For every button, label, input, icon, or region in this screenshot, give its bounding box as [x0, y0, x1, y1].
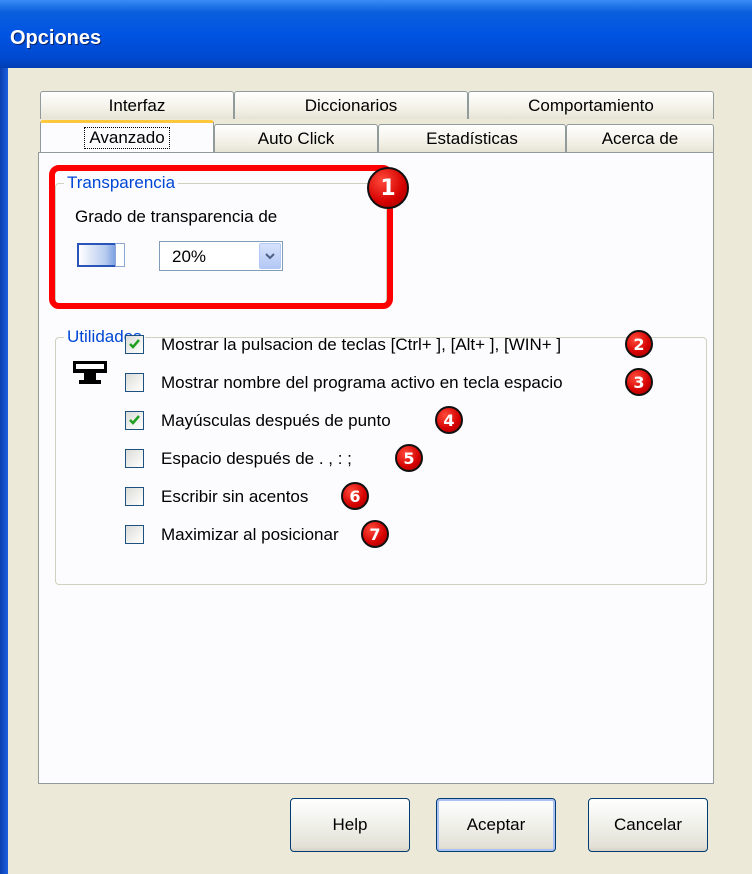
option-label-write-without-accents: Escribir sin acentos	[161, 487, 309, 506]
chevron-down-icon[interactable]	[259, 243, 281, 269]
window-frame-left	[0, 68, 8, 874]
annotation-badge-3: 3	[625, 368, 653, 396]
slider-icon	[77, 243, 125, 267]
tab-comportamiento[interactable]: Comportamiento	[468, 91, 714, 119]
checkbox-maximize-on-position[interactable]	[125, 525, 144, 544]
checkbox-capitalize-after-period[interactable]	[125, 411, 144, 430]
checkbox-space-after-punctuation[interactable]	[125, 449, 144, 468]
tab-label: Diccionarios	[304, 95, 398, 115]
tab-panel-avanzado: Transparencia Grado de transparencia de …	[38, 152, 714, 784]
annotation-badge-7: 7	[361, 520, 389, 548]
accept-button[interactable]: Aceptar	[436, 798, 556, 852]
tab-label: Estadísticas	[426, 128, 518, 148]
window-title: Opciones	[10, 27, 102, 49]
help-button[interactable]: Help	[290, 798, 410, 852]
cancel-button[interactable]: Cancelar	[588, 798, 708, 852]
tab-auto-click[interactable]: Auto Click	[214, 124, 378, 152]
checkbox-show-program-name[interactable]	[125, 373, 144, 392]
monitor-icon	[73, 361, 107, 384]
help-button-label: Help	[332, 815, 368, 834]
annotation-badge-6: 6	[341, 482, 369, 510]
cancel-button-label: Cancelar	[613, 815, 683, 834]
tab-label: Comportamiento	[528, 95, 654, 115]
transparency-value: 20%	[172, 247, 207, 266]
tab-avanzado[interactable]: Avanzado	[40, 120, 214, 152]
tab-estadisticas[interactable]: Estadísticas	[378, 124, 566, 152]
transparency-group: Transparencia	[55, 173, 387, 305]
tab-label: Interfaz	[108, 95, 166, 115]
transparency-legend: Transparencia	[67, 173, 176, 192]
option-label-show-program-name: Mostrar nombre del programa activo en te…	[161, 373, 563, 392]
transparency-label: Grado de transparencia de	[75, 207, 278, 226]
annotation-badge-5: 5	[395, 444, 423, 472]
option-label-capitalize-after-period: Mayúsculas después de punto	[161, 411, 391, 430]
annotation-badge-4: 4	[435, 406, 463, 434]
title-bar[interactable]: Opciones	[0, 0, 752, 68]
tab-acerca-de[interactable]: Acerca de	[566, 124, 714, 152]
tab-label: Auto Click	[257, 128, 335, 148]
checkmark-icon	[129, 415, 140, 425]
checkbox-write-without-accents[interactable]	[125, 487, 144, 506]
option-label-show-keypress: Mostrar la pulsacion de teclas [Ctrl+ ],…	[161, 335, 562, 354]
transparency-select[interactable]: 20%	[159, 241, 283, 271]
annotation-badge-1: 1	[367, 167, 409, 209]
tab-interfaz[interactable]: Interfaz	[40, 91, 234, 119]
tab-label: Avanzado	[84, 126, 170, 149]
accept-button-label: Aceptar	[466, 815, 526, 834]
option-label-space-after-punctuation: Espacio después de . , : ;	[161, 449, 352, 468]
annotation-badge-2: 2	[625, 330, 653, 358]
tab-label: Acerca de	[601, 128, 679, 148]
checkbox-show-keypress[interactable]	[125, 335, 144, 354]
tab-diccionarios[interactable]: Diccionarios	[234, 91, 468, 119]
option-label-maximize-on-position: Maximizar al posicionar	[161, 525, 339, 544]
checkmark-icon	[129, 339, 140, 349]
